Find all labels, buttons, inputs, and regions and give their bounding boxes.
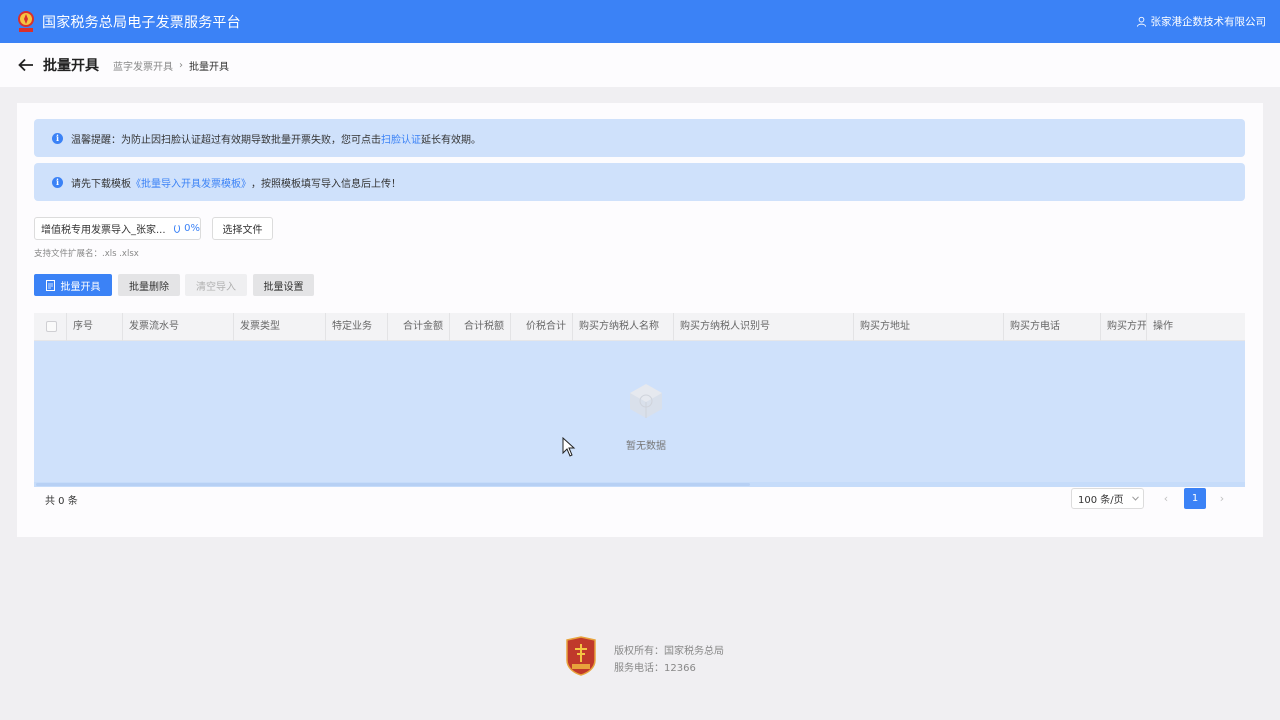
back-arrow-icon[interactable] — [18, 58, 34, 72]
table-body: 暂无数据 — [34, 341, 1245, 487]
column-header: 购买方纳税人名称 — [573, 313, 674, 341]
uploaded-file: 增值税专用发票导入_张家... 0% — [34, 217, 201, 240]
template-alert: i 请先下载模板 《批量导入开具发票模板》 ，按照模板填写导入信息后上传！ — [34, 163, 1245, 201]
footer-copyright: 版权所有：国家税务总局 — [614, 646, 724, 657]
info-icon: i — [52, 176, 63, 188]
page-title: 批量开具 — [43, 58, 99, 74]
select-all-cell — [34, 313, 67, 341]
file-name: 增值税专用发票导入_张家... — [41, 225, 166, 236]
breadcrumb-current: 批量开具 — [189, 61, 229, 73]
batch-delete-button[interactable]: 批量删除 — [118, 274, 180, 296]
page-size-value: 100 条/页 — [1078, 495, 1124, 506]
column-header: 特定业务 — [326, 313, 388, 341]
alert-text-suffix: ，按照模板填写导入信息后上传！ — [251, 178, 401, 190]
column-header: 序号 — [67, 313, 123, 341]
column-header: 发票类型 — [234, 313, 326, 341]
breadcrumb-separator: › — [179, 59, 183, 71]
police-badge-icon — [566, 636, 596, 676]
column-header: 发票流水号 — [123, 313, 234, 341]
breadcrumb-parent[interactable]: 蓝字发票开具 — [113, 58, 173, 73]
document-icon — [45, 279, 55, 291]
previous-page-button[interactable]: ‹ — [1156, 488, 1176, 509]
select-all-checkbox[interactable] — [46, 321, 57, 332]
current-page-button[interactable]: 1 — [1184, 488, 1206, 509]
horizontal-scrollbar[interactable] — [34, 482, 1245, 487]
table-header: 序号 发票流水号 发票类型 特定业务 合计金额 合计税额 价税合计 购买方纳税人… — [34, 313, 1245, 341]
alert-text-prefix: 温馨提醒：为防止因扫脸认证超过有效期导致批量开票失败，您可点击 — [71, 134, 381, 146]
empty-box-icon — [630, 384, 662, 418]
column-header: 购买方电话 — [1004, 313, 1101, 341]
footer-phone: 服务电话：12366 — [614, 663, 696, 674]
platform-title: 国家税务总局电子发票服务平台 — [42, 14, 241, 31]
user-menu[interactable]: 张家港企数技术有限公司 — [1136, 14, 1267, 29]
column-header: 合计税额 — [450, 313, 511, 341]
template-download-link[interactable]: 《批量导入开具发票模板》 — [131, 175, 251, 190]
empty-state-text: 暂无数据 — [626, 441, 666, 452]
total-count: 共 0 条 — [45, 496, 78, 507]
chevron-down-icon — [1131, 496, 1139, 501]
invoice-table: 序号 发票流水号 发票类型 特定业务 合计金额 合计税额 价税合计 购买方纳税人… — [34, 313, 1245, 487]
user-company-name: 张家港企数技术有限公司 — [1150, 16, 1267, 28]
next-page-button[interactable]: › — [1212, 488, 1232, 509]
file-extension-hint: 支持文件扩展名：.xls .xlsx — [34, 249, 139, 259]
column-header: 购买方地址 — [854, 313, 1004, 341]
batch-issue-label: 批量开具 — [60, 281, 101, 293]
top-bar: 国家税务总局电子发票服务平台 张家港企数技术有限公司 — [0, 0, 1280, 43]
user-icon — [1136, 16, 1146, 27]
column-header: 价税合计 — [511, 313, 573, 341]
upload-progress: 0% — [184, 223, 200, 234]
column-header: 合计金额 — [388, 313, 450, 341]
alert-text-suffix: 延长有效期。 — [421, 134, 481, 146]
alert-text-prefix: 请先下载模板 — [71, 178, 131, 190]
brand[interactable]: 国家税务总局电子发票服务平台 — [16, 10, 241, 34]
page-header: 批量开具 蓝字发票开具 › 批量开具 — [0, 43, 1280, 87]
face-auth-alert: i 温馨提醒：为防止因扫脸认证超过有效期导致批量开票失败，您可点击 扫脸认证 延… — [34, 119, 1245, 157]
batch-issue-button[interactable]: 批量开具 — [34, 274, 112, 296]
tax-emblem-icon — [18, 10, 34, 32]
main-card: i 温馨提醒：为防止因扫脸认证超过有效期导致批量开票失败，您可点击 扫脸认证 延… — [17, 103, 1263, 537]
loading-spinner-icon — [173, 224, 181, 233]
column-header: 购买方开 — [1101, 313, 1147, 341]
mouse-cursor-icon — [562, 437, 576, 457]
page-size-select[interactable]: 100 条/页 — [1071, 488, 1144, 509]
column-header: 操作 — [1153, 321, 1173, 332]
clear-import-button[interactable]: 清空导入 — [185, 274, 247, 296]
column-header: 购买方纳税人识别号 — [674, 313, 854, 341]
face-auth-link[interactable]: 扫脸认证 — [381, 131, 421, 146]
scrollbar-thumb[interactable] — [36, 483, 750, 486]
batch-settings-button[interactable]: 批量设置 — [253, 274, 314, 296]
choose-file-button[interactable]: 选择文件 — [212, 217, 273, 240]
info-icon: i — [52, 132, 63, 144]
